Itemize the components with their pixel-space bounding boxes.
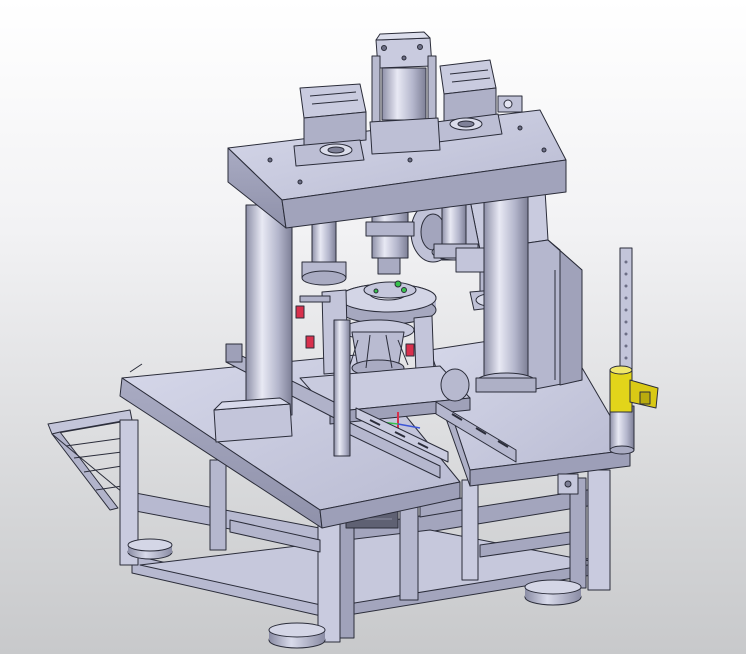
side-tray[interactable] <box>47 409 133 511</box>
cad-assembly-view[interactable] <box>0 0 746 654</box>
vertical-scale-rod[interactable] <box>609 247 635 455</box>
guide-pole[interactable] <box>333 319 351 457</box>
yellow-clamp[interactable] <box>609 365 659 413</box>
left-column[interactable] <box>213 204 293 443</box>
left-slide-block[interactable] <box>293 83 367 167</box>
cad-viewport[interactable] <box>0 0 746 654</box>
cylinder[interactable] <box>369 31 441 155</box>
